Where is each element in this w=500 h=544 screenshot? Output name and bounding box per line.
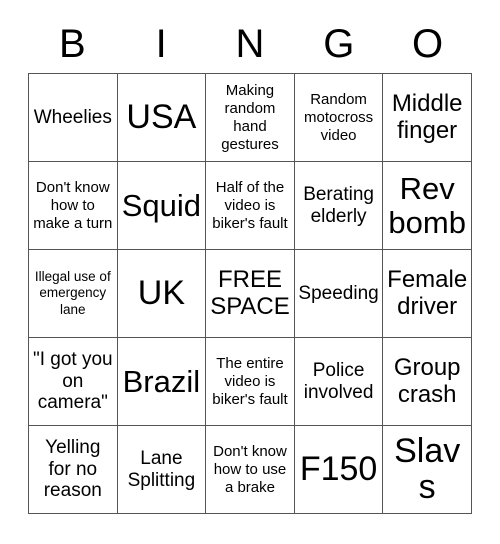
bingo-cell[interactable]: Speeding	[294, 250, 384, 338]
bingo-cell[interactable]: Lane Splitting	[117, 426, 207, 514]
bingo-cell-label: Police involved	[303, 359, 374, 403]
bingo-cell-label: Group crash	[393, 353, 461, 408]
bingo-cell[interactable]: Slavs	[383, 426, 472, 514]
bingo-cell-label: Middle finger	[391, 89, 463, 144]
bingo-cell[interactable]: Group crash	[383, 338, 472, 426]
bingo-cell[interactable]: Wheelies	[29, 74, 118, 162]
bingo-cell[interactable]: Berating elderly	[294, 162, 384, 250]
bingo-cell[interactable]: Brazil	[117, 338, 207, 426]
bingo-grid: Wheelies USA Making random hand gestures Ra…	[28, 73, 472, 514]
bingo-cell-label: Making random hand gestures	[221, 81, 279, 153]
bingo-cell[interactable]: The entire video is biker's fault	[206, 338, 295, 426]
bingo-row: Wheelies USA Making random hand gestures Ra…	[29, 74, 472, 162]
bingo-header-letter: N	[235, 21, 265, 66]
bingo-cell-label: Berating elderly	[303, 183, 374, 227]
bingo-cell-label: Don't know how to make a turn	[33, 178, 113, 232]
bingo-free-space-cell[interactable]: FREE SPACE	[206, 250, 295, 338]
bingo-cell[interactable]: Middle finger	[383, 74, 472, 162]
bingo-header: BINGO	[28, 14, 472, 73]
bingo-cell-label: Brazil	[122, 363, 201, 399]
bingo-header-letter: O	[412, 21, 444, 66]
bingo-cell-label: Slavs	[394, 431, 461, 506]
bingo-header-letter: I	[155, 21, 167, 66]
bingo-cell-label: Lane Splitting	[127, 447, 196, 491]
bingo-cell[interactable]: Half of the video is biker's fault	[206, 162, 295, 250]
bingo-cell-label: Illegal use of emergency lane	[34, 268, 111, 317]
bingo-cell-label: USA	[126, 97, 197, 136]
bingo-cell[interactable]: USA	[117, 74, 207, 162]
bingo-header-letter: B	[59, 21, 86, 66]
bingo-cell-label: "I got you on camera"	[32, 348, 113, 414]
bingo-cell[interactable]: Random motocross video	[294, 74, 384, 162]
bingo-cell[interactable]: "I got you on camera"	[29, 338, 118, 426]
bingo-row: Yelling for no reason Lane Splitting Don't…	[29, 426, 472, 514]
bingo-cell-label: The entire video is biker's fault	[212, 354, 288, 408]
bingo-header-letter: G	[323, 21, 355, 66]
bingo-cell-label: UK	[137, 273, 185, 312]
bingo-cell-label: Random motocross video	[303, 90, 374, 144]
bingo-cell-label: Half of the video is biker's fault	[212, 178, 288, 232]
bingo-cell[interactable]: F150	[294, 426, 384, 514]
bingo-cell-label: Female driver	[387, 265, 468, 320]
bingo-row: Illegal use of emergency lane UK FREE SPAC…	[29, 250, 472, 338]
bingo-cell-label: Speeding	[298, 282, 379, 304]
bingo-cell[interactable]: Making random hand gestures	[206, 74, 295, 162]
bingo-cell-label: Don't know how to use a brake	[213, 442, 287, 496]
bingo-cell[interactable]: Yelling for no reason	[29, 426, 118, 514]
bingo-cell[interactable]: Rev bomb	[383, 162, 472, 250]
bingo-cell[interactable]: Don't know how to make a turn	[29, 162, 118, 250]
bingo-cell-label: Yelling for no reason	[43, 436, 102, 502]
bingo-cell[interactable]: Don't know how to use a brake	[206, 426, 295, 514]
bingo-cell[interactable]: Female driver	[383, 250, 472, 338]
bingo-cell-label: FREE SPACE	[210, 265, 290, 320]
bingo-row: "I got you on camera" Brazil The entire vi…	[29, 338, 472, 426]
bingo-cell[interactable]: UK	[117, 250, 207, 338]
bingo-cell-label: Rev bomb	[388, 171, 466, 240]
bingo-cell-label: Wheelies	[33, 106, 112, 128]
bingo-cell[interactable]: Illegal use of emergency lane	[29, 250, 118, 338]
bingo-cell[interactable]: Police involved	[294, 338, 384, 426]
bingo-cell-label: Squid	[121, 187, 202, 223]
bingo-row: Don't know how to make a turn Squid Half o…	[29, 162, 472, 250]
bingo-cell-label: F150	[299, 449, 378, 488]
bingo-card: B I N G O Wheelies USA Making random hand gest…	[28, 14, 472, 514]
bingo-cell[interactable]: Squid	[117, 162, 207, 250]
